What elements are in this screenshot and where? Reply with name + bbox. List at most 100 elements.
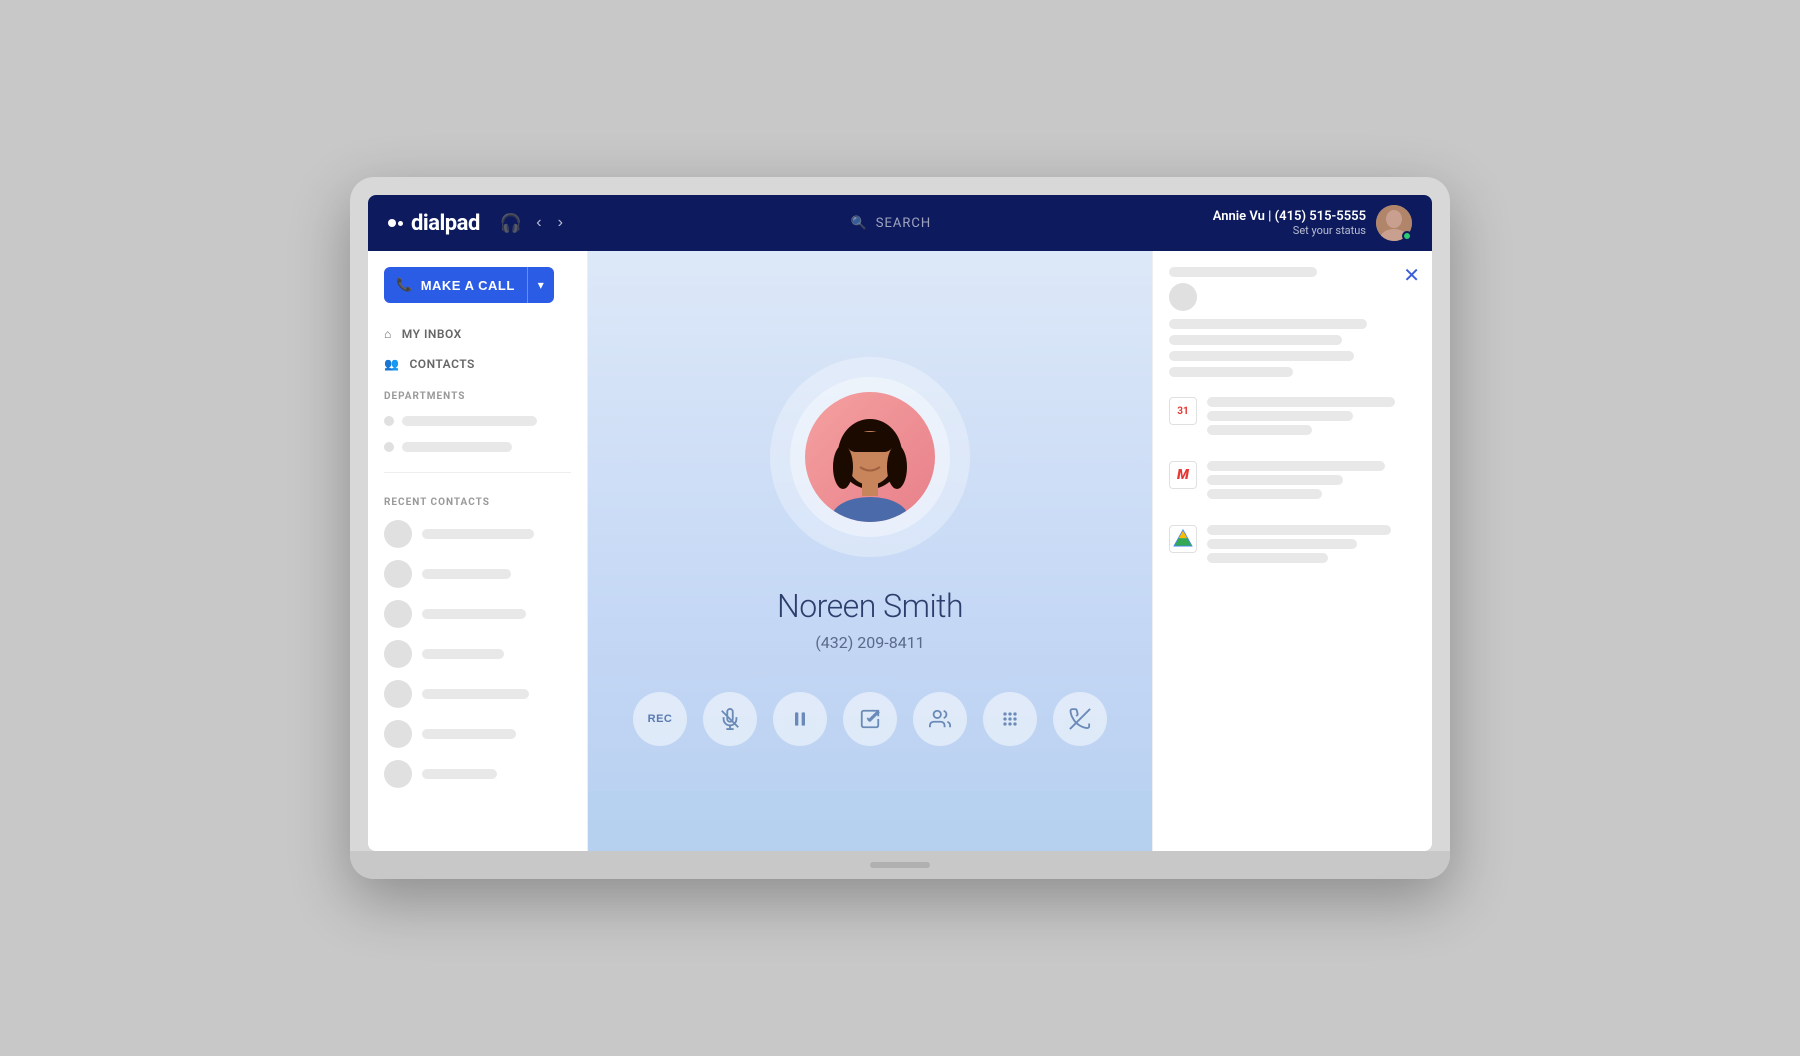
sidebar-item-my-inbox[interactable]: ⌂ MY INBOX (368, 319, 587, 349)
recent-avatar-6 (384, 720, 412, 748)
sidebar-item-contacts[interactable]: 👥 CONTACTS (368, 349, 587, 379)
avatar-glow-outer (770, 357, 970, 557)
recent-avatar-7 (384, 760, 412, 788)
cal-skel-1 (1207, 397, 1395, 407)
search-icon: 🔍 (851, 216, 868, 231)
call-bottom-bar (588, 791, 1152, 851)
dept-dot-2 (384, 442, 394, 452)
drive-lines (1207, 525, 1416, 569)
call-area: Noreen Smith (432) 209-8411 REC (588, 251, 1152, 851)
calendar-integration: 31 (1169, 397, 1416, 441)
recent-name-3 (422, 609, 526, 619)
logo-dot-small (398, 221, 403, 226)
nav-back-button[interactable]: ‹ (530, 210, 547, 236)
recent-avatar-1 (384, 520, 412, 548)
recent-contact-2[interactable] (368, 554, 587, 594)
sidebar: 📞 MAKE A CALL ▾ ⌂ MY INBOX 👥 CONTACTS DE… (368, 251, 588, 851)
nav-icons: 🎧 ‹ › (500, 210, 569, 236)
main-layout: 📞 MAKE A CALL ▾ ⌂ MY INBOX 👥 CONTACTS DE… (368, 251, 1432, 851)
record-label: REC (648, 713, 673, 725)
calendar-lines (1207, 397, 1416, 441)
user-name: Annie Vu | (415) 515-5555 (1213, 209, 1366, 224)
headphone-icon: 🎧 (500, 213, 522, 234)
gmail-icon: M (1177, 467, 1189, 483)
logo-text: dialpad (411, 211, 480, 236)
contact-avatar-wrap (770, 357, 970, 557)
recent-contacts-label: RECENT CONTACTS (368, 485, 587, 514)
rp-skel-1 (1169, 267, 1317, 277)
make-call-main: 📞 MAKE A CALL (384, 267, 527, 303)
rp-skel-4 (1169, 351, 1354, 361)
rp-person-icon (1169, 283, 1197, 311)
right-panel-contact-skeleton (1169, 267, 1416, 377)
drive-integration (1169, 525, 1416, 569)
hangup-button[interactable] (1053, 692, 1107, 746)
recent-avatar-3 (384, 600, 412, 628)
gmail-skel-3 (1207, 489, 1322, 499)
drive-skel-2 (1207, 539, 1357, 549)
rp-skel-3 (1169, 335, 1342, 345)
laptop-frame: dialpad 🎧 ‹ › 🔍 SEARCH Annie Vu | (415) … (350, 177, 1450, 879)
user-avatar-wrap (1376, 205, 1412, 241)
record-button[interactable]: REC (633, 692, 687, 746)
nav-forward-button[interactable]: › (552, 210, 569, 236)
call-controls: REC (633, 692, 1107, 746)
laptop-screen: dialpad 🎧 ‹ › 🔍 SEARCH Annie Vu | (415) … (368, 195, 1432, 851)
recent-contact-1[interactable] (368, 514, 587, 554)
user-status[interactable]: Set your status (1213, 224, 1366, 237)
recent-contact-4[interactable] (368, 634, 587, 674)
recent-contact-6[interactable] (368, 714, 587, 754)
status-dot (1402, 231, 1412, 241)
close-button[interactable]: ✕ (1403, 263, 1420, 288)
right-panel: ✕ 31 (1152, 251, 1432, 851)
laptop-notch (870, 862, 930, 868)
cal-skel-2 (1207, 411, 1353, 421)
keypad-button[interactable] (983, 692, 1037, 746)
contact-phone: (432) 209-8411 (815, 633, 924, 652)
laptop-base (350, 851, 1450, 879)
hold-button[interactable] (773, 692, 827, 746)
department-item-2[interactable] (368, 434, 587, 460)
contacts-icon: 👥 (384, 357, 399, 371)
recent-contact-7[interactable] (368, 754, 587, 794)
drive-skel-3 (1207, 553, 1328, 563)
phone-icon: 📞 (396, 277, 413, 293)
gmail-skel-2 (1207, 475, 1343, 485)
logo-icon (388, 219, 403, 227)
departments-label: DEPARTMENTS (368, 379, 587, 408)
make-call-dropdown-arrow[interactable]: ▾ (528, 268, 554, 302)
recent-name-5 (422, 689, 529, 699)
transfer-button[interactable] (843, 692, 897, 746)
drive-badge (1169, 525, 1197, 553)
department-item-1[interactable] (368, 408, 587, 434)
home-icon: ⌂ (384, 327, 392, 341)
gmail-integration: M (1169, 461, 1416, 505)
calendar-badge: 31 (1169, 397, 1197, 425)
recent-name-6 (422, 729, 516, 739)
gmail-lines (1207, 461, 1416, 505)
recent-name-1 (422, 529, 534, 539)
coach-button[interactable] (913, 692, 967, 746)
search-box[interactable]: 🔍 SEARCH (851, 216, 932, 231)
dept-skeleton-1 (402, 416, 537, 426)
sidebar-contacts-label: CONTACTS (409, 357, 474, 371)
make-call-button[interactable]: 📞 MAKE A CALL ▾ (384, 267, 554, 303)
contact-name: Noreen Smith (777, 587, 963, 625)
mute-button[interactable] (703, 692, 757, 746)
recent-contact-5[interactable] (368, 674, 587, 714)
calendar-icon: 31 (1177, 406, 1188, 417)
recent-avatar-2 (384, 560, 412, 588)
recent-contact-3[interactable] (368, 594, 587, 634)
avatar-glow-inner (790, 377, 950, 537)
rp-skel-5 (1169, 367, 1293, 377)
search-label: SEARCH (876, 216, 931, 231)
user-area: Annie Vu | (415) 515-5555 Set your statu… (1213, 205, 1412, 241)
dept-dot-1 (384, 416, 394, 426)
logo: dialpad (388, 211, 480, 236)
sidebar-inbox-label: MY INBOX (402, 327, 462, 341)
logo-dot-large (388, 219, 396, 227)
cal-skel-3 (1207, 425, 1312, 435)
contact-avatar (805, 392, 935, 522)
app-header: dialpad 🎧 ‹ › 🔍 SEARCH Annie Vu | (415) … (368, 195, 1432, 251)
recent-name-4 (422, 649, 504, 659)
